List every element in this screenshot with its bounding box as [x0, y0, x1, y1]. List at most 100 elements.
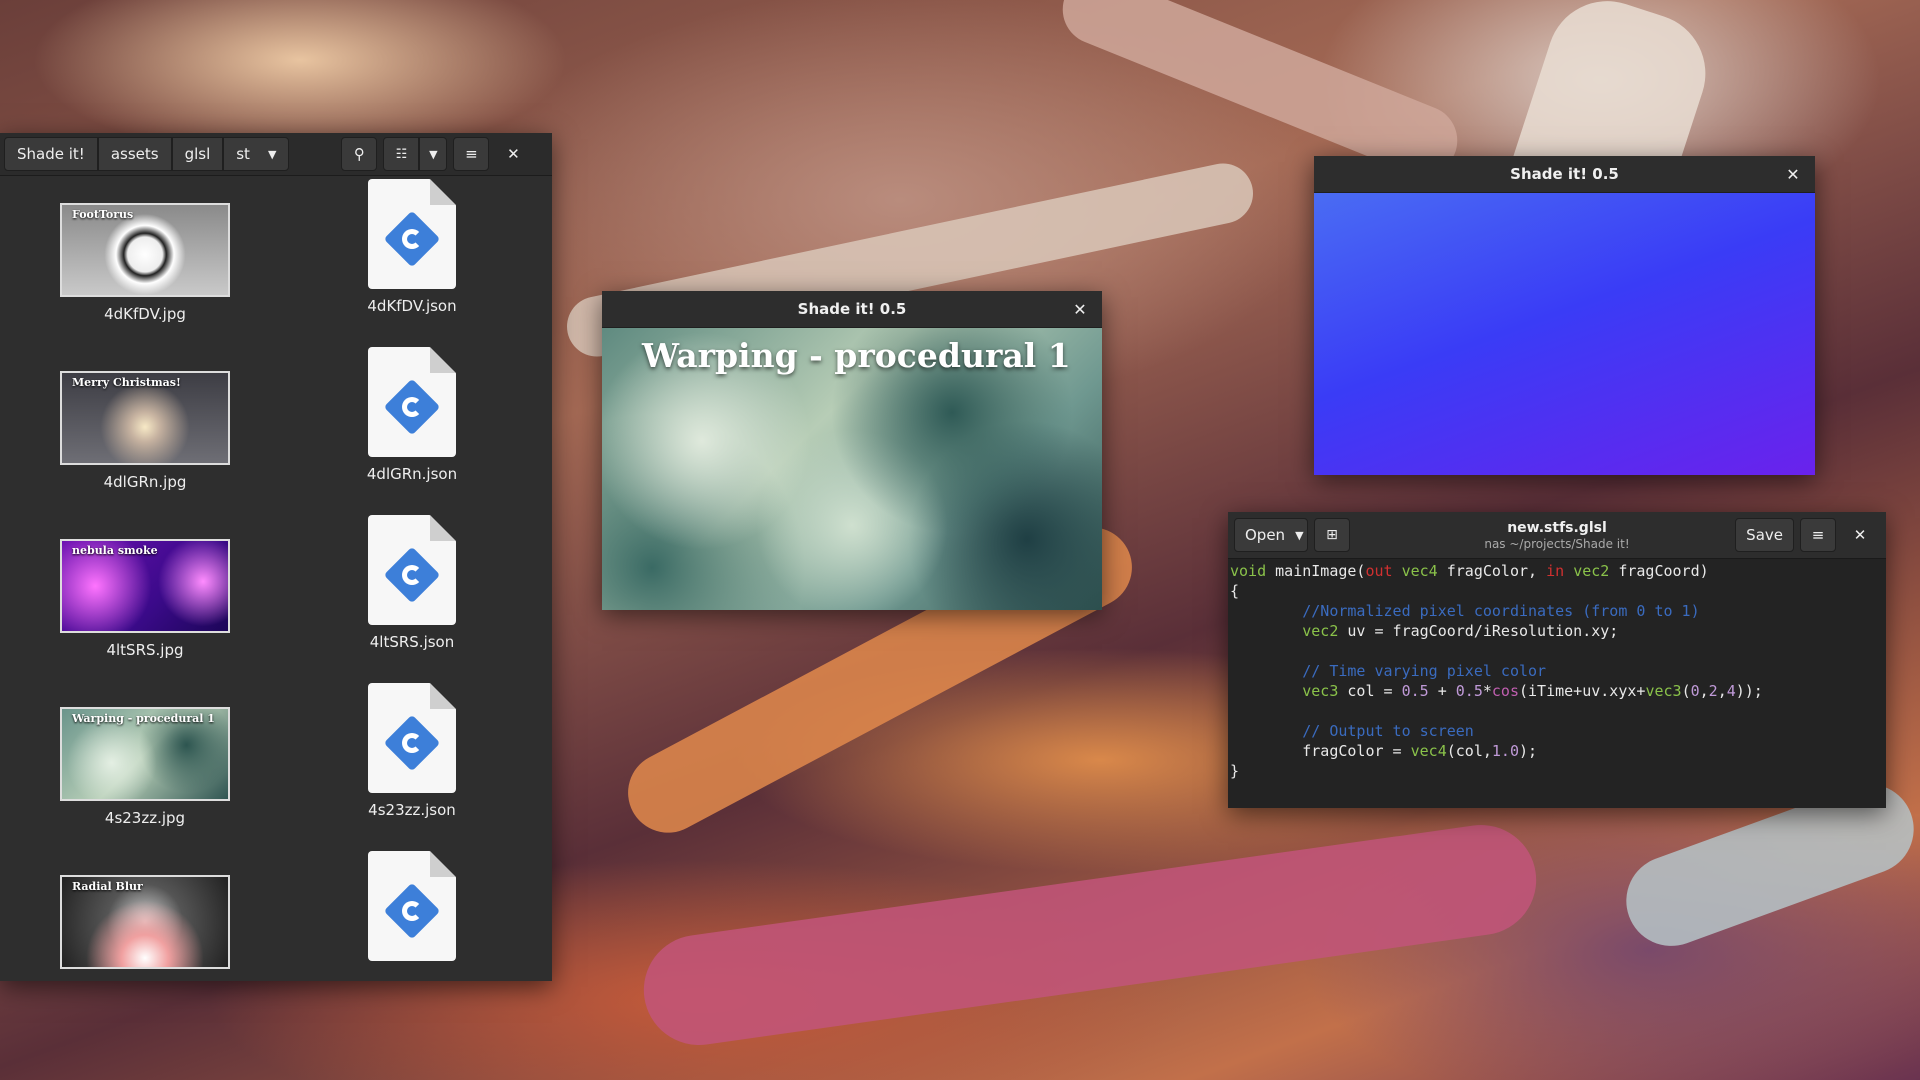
file-item-json[interactable]: 4dlGRn.json	[312, 347, 512, 483]
breadcrumb-item-st[interactable]: st ▼	[223, 137, 290, 171]
code-token-keyword: void	[1230, 562, 1267, 580]
file-name: 4ltSRS.json	[369, 633, 455, 651]
close-button[interactable]: ✕	[1781, 162, 1805, 186]
file-name: 4dlGRn.jpg	[103, 473, 187, 491]
json-file-icon	[368, 515, 456, 625]
view-options-button[interactable]: ▼	[419, 137, 448, 171]
thumbnail-label: nebula smoke	[72, 544, 158, 557]
breadcrumb-item-st-label: st	[236, 145, 250, 163]
code-token-number: 4	[1726, 682, 1736, 700]
close-icon: ✕	[1853, 526, 1867, 544]
breadcrumb-item-glsl[interactable]: glsl	[171, 137, 224, 171]
code-token-type: vec2	[1573, 562, 1610, 580]
code-area[interactable]: void mainImage(out vec4 fragColor, in ve…	[1228, 559, 1886, 781]
file-manager-toolbar: Shade it! assets glsl st ▼ ⚲ ☷ ▼ ≡ ✕	[0, 133, 552, 176]
image-thumbnail: nebula smoke	[60, 539, 230, 633]
window-title: Shade it! 0.5	[797, 300, 907, 318]
hamburger-menu-icon: ≡	[1811, 526, 1825, 544]
code-token-type: vec4	[1410, 742, 1447, 760]
save-button[interactable]: Save	[1735, 518, 1794, 552]
code-line: // Output to screen	[1230, 721, 1886, 741]
file-item-image[interactable]: nebula smoke 4ltSRS.jpg	[45, 539, 245, 659]
code-line: vec2 uv = fragCoord/iResolution.xy;	[1302, 622, 1619, 640]
file-item-json[interactable]: 4ltSRS.json	[312, 515, 512, 651]
code-token-number: 0.5	[1401, 682, 1429, 700]
code-token-type: vec3	[1302, 682, 1339, 700]
new-tab-button[interactable]: ⊞	[1314, 518, 1350, 552]
close-button[interactable]: ✕	[495, 137, 531, 171]
window-titlebar[interactable]: Shade it! 0.5 ✕	[1314, 156, 1815, 193]
close-button[interactable]: ✕	[1068, 297, 1092, 321]
chevron-down-icon: ▼	[1295, 528, 1304, 542]
code-token-number: 0.5	[1455, 682, 1483, 700]
window-title: Shade it! 0.5	[1510, 165, 1619, 183]
breadcrumb: Shade it! assets glsl st ▼	[4, 137, 290, 171]
file-name: 4dKfDV.jpg	[104, 305, 186, 323]
open-button-label: Open	[1245, 526, 1286, 544]
hamburger-menu-icon: ≡	[465, 145, 478, 163]
code-token-qualifier: in	[1546, 562, 1565, 580]
file-name: 4s23zz.jpg	[104, 809, 186, 827]
code-comment: // Output to screen	[1302, 722, 1474, 740]
new-document-icon: ⊞	[1326, 527, 1338, 543]
menu-button[interactable]: ≡	[1800, 518, 1836, 552]
save-button-label: Save	[1746, 526, 1783, 544]
thumbnail-label: Warping - procedural 1	[72, 712, 215, 725]
close-icon: ✕	[1073, 299, 1087, 319]
shader-heading: Warping - procedural 1	[642, 336, 1071, 375]
code-token-type: vec3	[1645, 682, 1682, 700]
code-comment: // Time varying pixel color	[1302, 662, 1547, 680]
file-item-image[interactable]: Warping - procedural 1 4s23zz.jpg	[45, 707, 245, 827]
shader-canvas[interactable]: Warping - procedural 1	[602, 328, 1102, 610]
json-file-icon	[368, 347, 456, 457]
list-view-icon: ☷	[395, 146, 408, 162]
view-toggle: ☷ ▼	[383, 137, 448, 171]
code-line: void mainImage(out vec4 fragColor, in ve…	[1230, 562, 1709, 580]
close-icon: ✕	[507, 145, 520, 163]
image-thumbnail: Warping - procedural 1	[60, 707, 230, 801]
gradient-preview-window: Shade it! 0.5 ✕	[1314, 156, 1815, 475]
file-item-image[interactable]: FootTorus 4dKfDV.jpg	[45, 203, 245, 323]
search-button[interactable]: ⚲	[341, 137, 378, 171]
file-item-json[interactable]: 4dKfDV.json	[312, 179, 512, 315]
view-mode-button[interactable]: ☷	[383, 137, 420, 171]
window-titlebar[interactable]: Shade it! 0.5 ✕	[602, 291, 1102, 328]
code-editor-window: new.stfs.glsl nas ~/projects/Shade it! O…	[1228, 512, 1886, 808]
thumbnail-label: FootTorus	[72, 208, 134, 221]
file-item-json[interactable]	[312, 851, 512, 975]
wallpaper-strand	[636, 817, 1544, 1053]
close-button[interactable]: ✕	[1842, 518, 1878, 552]
image-thumbnail: FootTorus	[60, 203, 230, 297]
code-line: vec3 col = 0.5 + 0.5*cos(iTime+uv.xyx+ve…	[1302, 682, 1763, 700]
json-file-icon	[368, 683, 456, 793]
code-token-type: vec4	[1401, 562, 1438, 580]
code-line: {	[1230, 582, 1240, 600]
code-line: }	[1230, 762, 1240, 780]
file-item-image[interactable]: Merry Christmas! 4dlGRn.jpg	[45, 371, 245, 491]
thumbnail-label: Radial Blur	[72, 880, 143, 893]
code-comment: //Normalized pixel coordinates (from 0 t…	[1302, 602, 1700, 620]
shader-preview-window: Shade it! 0.5 ✕ Warping - procedural 1	[602, 291, 1102, 610]
breadcrumb-item-assets[interactable]: assets	[97, 137, 172, 171]
open-button[interactable]: Open ▼	[1234, 518, 1308, 552]
breadcrumb-item-shade-it[interactable]: Shade it!	[4, 137, 98, 171]
file-item-image[interactable]: Radial Blur	[45, 875, 245, 975]
code-line: // Time varying pixel color	[1230, 661, 1886, 681]
file-name: 4s23zz.json	[368, 801, 456, 819]
code-token-number: 1.0	[1491, 742, 1519, 760]
json-file-icon	[368, 851, 456, 961]
code-token-qualifier: out	[1365, 562, 1393, 580]
file-name: 4dlGRn.json	[366, 465, 458, 483]
chevron-down-icon: ▼	[267, 147, 277, 161]
image-thumbnail: Merry Christmas!	[60, 371, 230, 465]
code-line: fragColor = vec4(col,1.0);	[1230, 742, 1538, 760]
code-token-type: vec2	[1302, 622, 1339, 640]
menu-button[interactable]: ≡	[453, 137, 490, 171]
file-item-json[interactable]: 4s23zz.json	[312, 683, 512, 819]
file-manager-window: Shade it! assets glsl st ▼ ⚲ ☷ ▼ ≡ ✕ Foo…	[0, 133, 552, 981]
code-line: //Normalized pixel coordinates (from 0 t…	[1230, 601, 1886, 621]
shader-canvas[interactable]	[1314, 193, 1815, 475]
json-file-icon	[368, 179, 456, 289]
